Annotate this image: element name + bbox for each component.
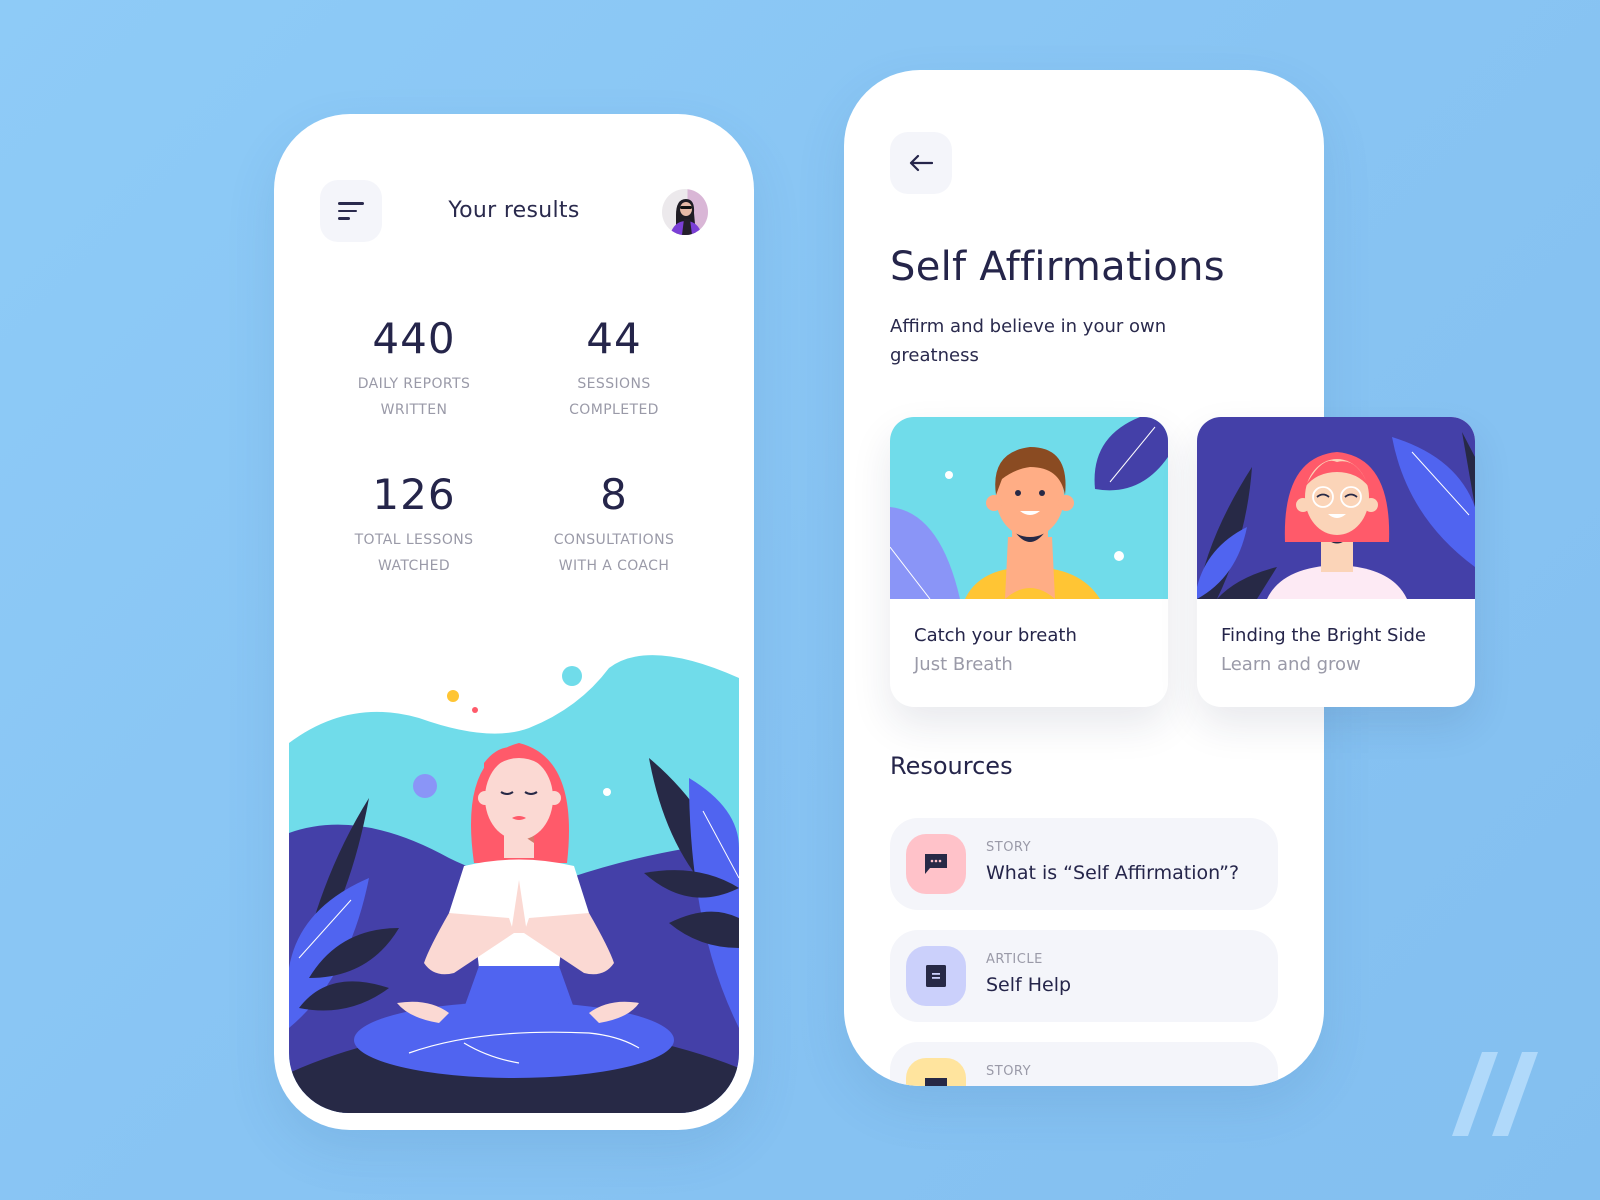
resource-item[interactable]: STORY bbox=[890, 1042, 1278, 1086]
stat-label: CONSULTATIONS WITH A COACH bbox=[514, 527, 714, 579]
results-screen: Your results 440 DAILY REPORTS WRITTEN 4… bbox=[274, 114, 754, 1130]
stat-label-line: TOTAL LESSONS bbox=[354, 532, 474, 548]
resources-heading: Resources bbox=[890, 752, 1013, 780]
document-icon bbox=[926, 965, 946, 987]
page-subtitle: Affirm and believe in your own greatness bbox=[890, 316, 1167, 366]
affirmation-card[interactable]: Finding the Bright Side Learn and grow bbox=[1197, 417, 1475, 707]
resource-type: ARTICLE bbox=[986, 952, 1043, 967]
stat-value: 8 bbox=[600, 470, 628, 519]
stat-label: TOTAL LESSONS WATCHED bbox=[314, 527, 514, 579]
arrow-left-icon bbox=[909, 154, 933, 172]
card-title: Catch your breath bbox=[914, 625, 1077, 646]
back-button[interactable] bbox=[890, 132, 952, 194]
meditation-illustration bbox=[289, 648, 739, 1113]
chat-bubble-icon bbox=[925, 1078, 947, 1086]
stat-label-line: DAILY REPORTS bbox=[357, 376, 471, 392]
resource-item[interactable]: STORY What is “Self Affirmation”? bbox=[890, 818, 1278, 910]
resource-title: What is “Self Affirmation”? bbox=[986, 862, 1240, 884]
stat-consultations: 8 CONSULTATIONS WITH A COACH bbox=[514, 470, 714, 579]
stat-label-line: WITH A COACH bbox=[558, 558, 670, 574]
woman-with-glasses-illustration bbox=[1197, 417, 1475, 599]
avatar-photo-icon bbox=[670, 199, 702, 235]
brand-logo-icon bbox=[1452, 1052, 1538, 1136]
stat-value: 126 bbox=[372, 470, 456, 519]
smiling-man-illustration bbox=[890, 417, 1168, 599]
affirmation-card[interactable]: Catch your breath Just Breath bbox=[890, 417, 1168, 707]
page-title: Self Affirmations bbox=[890, 244, 1225, 290]
card-subtitle: Just Breath bbox=[914, 654, 1013, 675]
card-title: Finding the Bright Side bbox=[1221, 625, 1426, 646]
stat-label-line: COMPLETED bbox=[569, 402, 659, 418]
resource-icon-tile bbox=[906, 834, 966, 894]
stat-lessons: 126 TOTAL LESSONS WATCHED bbox=[314, 470, 514, 579]
chat-bubble-icon bbox=[925, 854, 947, 874]
resource-item[interactable]: ARTICLE Self Help bbox=[890, 930, 1278, 1022]
resource-type: STORY bbox=[986, 1064, 1032, 1079]
resource-icon-tile bbox=[906, 946, 966, 1006]
stat-label-line: WATCHED bbox=[377, 558, 451, 574]
avatar[interactable] bbox=[662, 189, 708, 235]
resource-title: Self Help bbox=[986, 974, 1072, 996]
stat-label-line: WRITTEN bbox=[380, 402, 448, 418]
stat-sessions: 44 SESSIONS COMPLETED bbox=[514, 314, 714, 423]
resource-type: STORY bbox=[986, 840, 1032, 855]
stat-daily-reports: 440 DAILY REPORTS WRITTEN bbox=[314, 314, 514, 423]
stat-label: SESSIONS COMPLETED bbox=[514, 371, 714, 423]
stat-label-line: CONSULTATIONS bbox=[553, 532, 675, 548]
card-subtitle: Learn and grow bbox=[1221, 654, 1361, 675]
stat-label-line: SESSIONS bbox=[577, 376, 651, 392]
stat-value: 44 bbox=[586, 314, 642, 363]
stat-value: 440 bbox=[372, 314, 456, 363]
resource-icon-tile bbox=[906, 1058, 966, 1086]
stat-label: DAILY REPORTS WRITTEN bbox=[314, 371, 514, 423]
